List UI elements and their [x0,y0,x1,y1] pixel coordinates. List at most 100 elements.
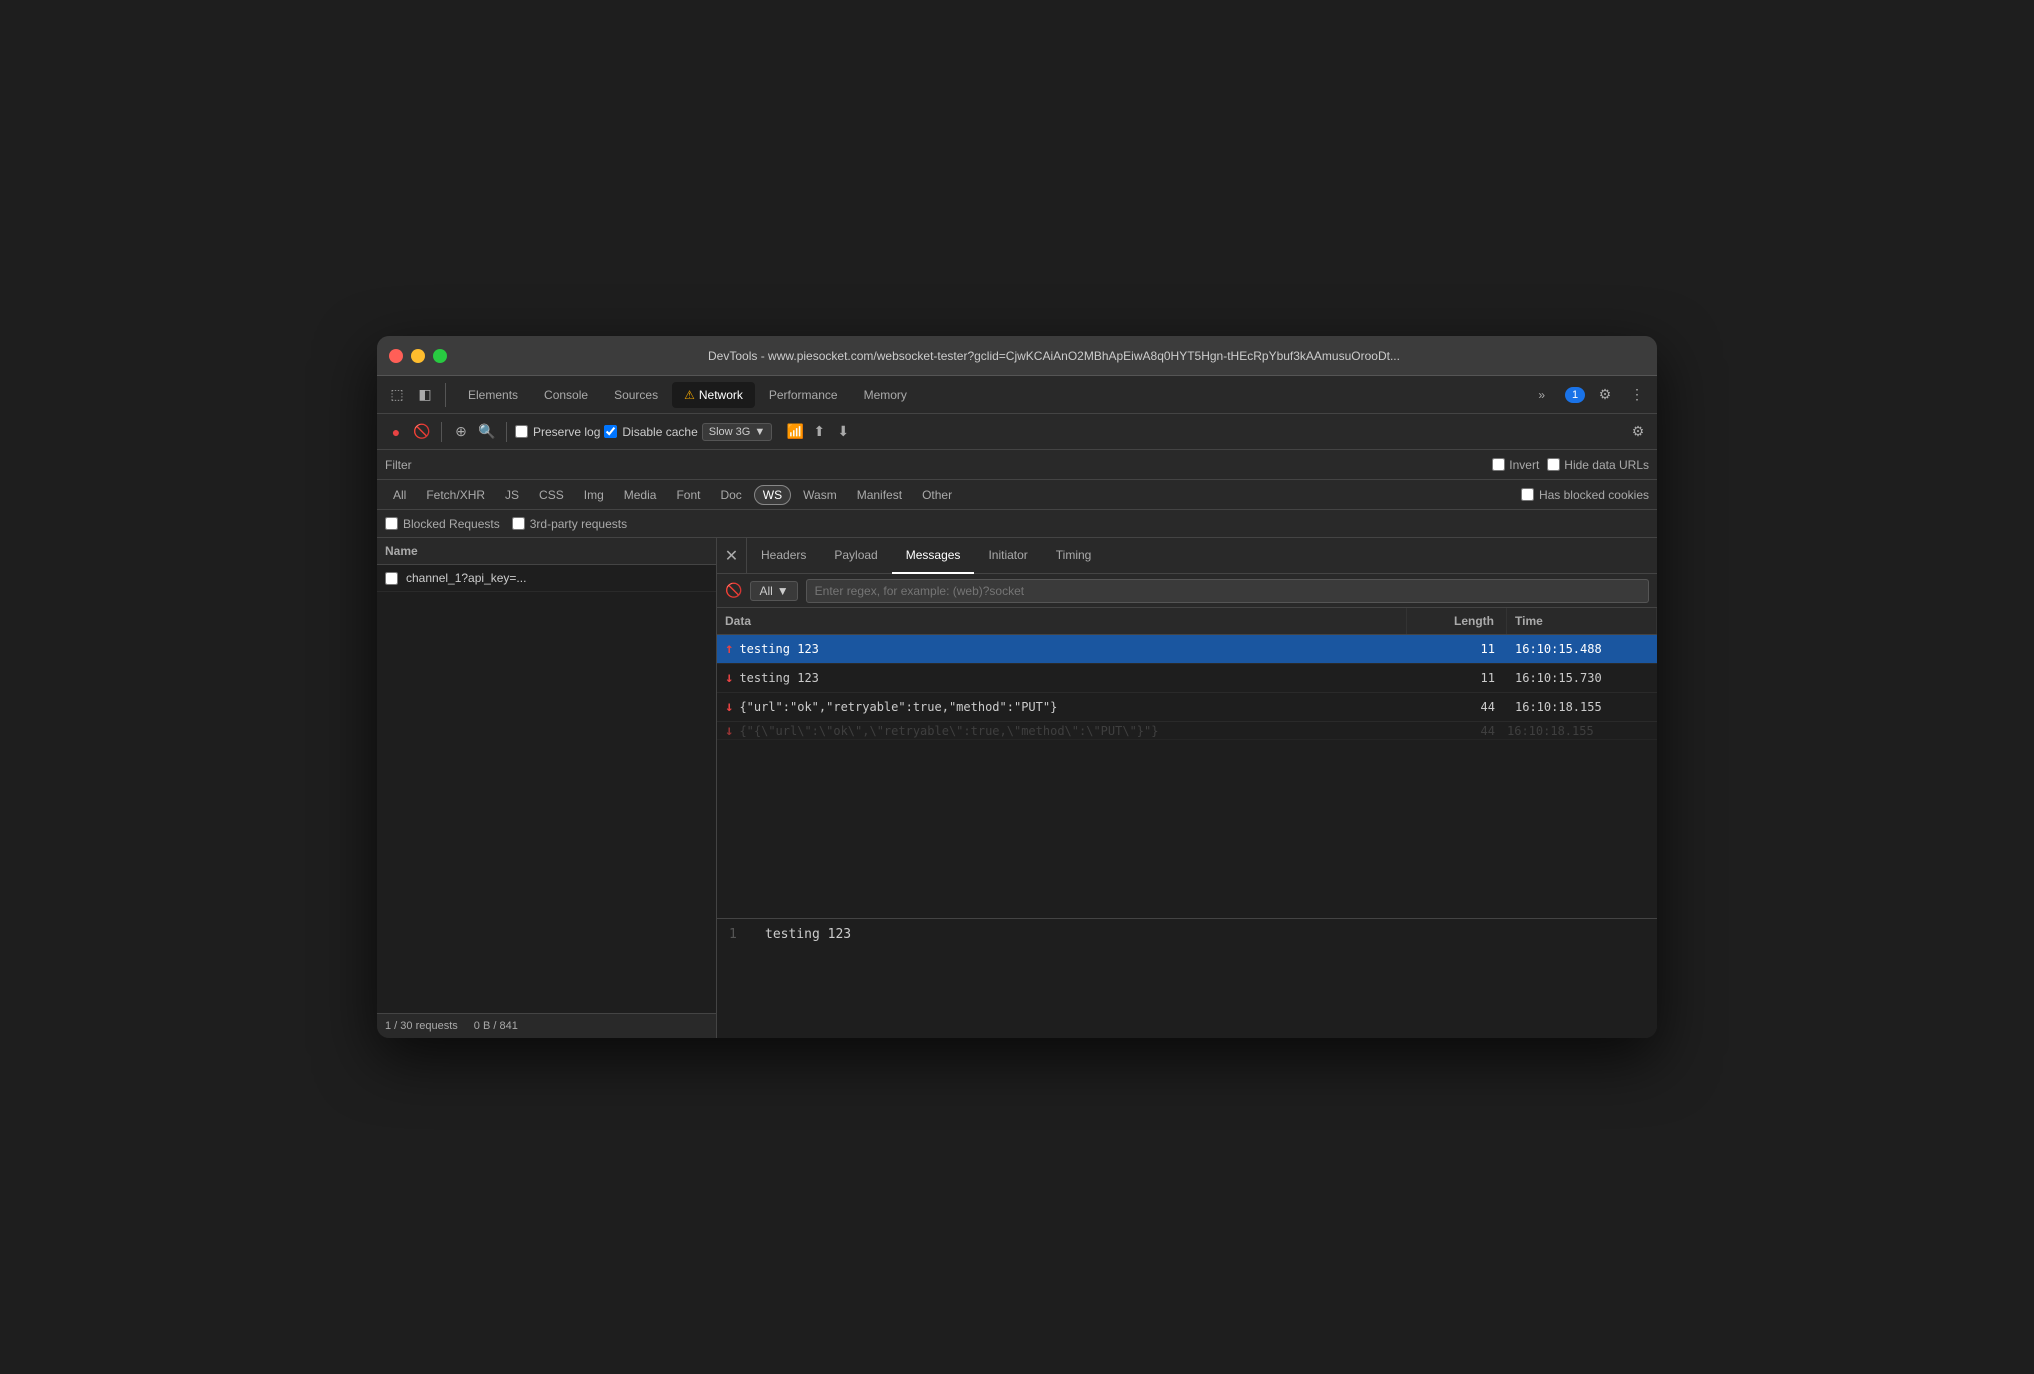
upload-icon[interactable]: ⬆ [808,421,830,443]
type-manifest[interactable]: Manifest [849,486,910,504]
preserve-log-checkbox[interactable]: Preserve log [515,425,600,439]
disable-cache-checkbox[interactable]: Disable cache [604,425,697,439]
third-party-checkbox[interactable]: 3rd-party requests [512,517,627,531]
blocked-requests-label: Blocked Requests [403,517,500,531]
request-item[interactable]: channel_1?api_key=... [377,565,716,592]
preserve-log-input[interactable] [515,425,528,438]
transfer-size: 0 B / 841 [474,1020,518,1032]
more-tabs-button[interactable]: » [1526,382,1557,408]
type-ws[interactable]: WS [754,485,791,505]
data-column-header: Data [717,608,1407,634]
table-row[interactable]: ↑ testing 123 11 16:10:15.488 [717,635,1657,664]
receive-arrow-icon: ↓ [725,699,733,715]
record-button[interactable]: ● [385,421,407,443]
traffic-lights [389,349,447,363]
regex-filter-input[interactable] [806,579,1649,603]
tab-messages[interactable]: Messages [892,538,975,574]
dropdown-arrow-icon: ▼ [777,584,789,598]
tab-memory[interactable]: Memory [852,382,919,408]
disable-cache-label: Disable cache [622,425,697,439]
maximize-button[interactable] [433,349,447,363]
messages-tab-bar: ✕ Headers Payload Messages Initiator Tim… [717,538,1657,574]
throttle-dropdown[interactable]: Slow 3G ▼ [702,423,772,441]
invert-input[interactable] [1492,458,1505,471]
third-party-input[interactable] [512,517,525,530]
devtools-window: DevTools - www.piesocket.com/websocket-t… [377,336,1657,1038]
filter-icon[interactable]: ⊕ [450,421,472,443]
network-settings-icon[interactable]: ⚙ [1627,421,1649,443]
type-js[interactable]: JS [497,486,527,504]
partial-message-text: {"{\"url\":\"ok\",\"retryable\":true,\"m… [739,724,1158,738]
type-img[interactable]: Img [576,486,612,504]
tab-network[interactable]: ⚠Network [672,382,755,408]
inspect-icon[interactable]: ◧ [413,383,437,407]
filter-bar: Filter Invert Hide data URLs [377,450,1657,480]
message-type-value: All [759,584,772,598]
type-font[interactable]: Font [668,486,708,504]
type-doc[interactable]: Doc [712,486,749,504]
filter-input[interactable] [420,458,1485,472]
receive-arrow-icon: ↓ [725,723,733,739]
messages-filter-bar: 🚫 All ▼ [717,574,1657,608]
hide-data-urls-checkbox[interactable]: Hide data URLs [1547,458,1649,472]
wifi-icon[interactable]: 📶 [784,421,806,443]
tab-initiator[interactable]: Initiator [974,538,1041,574]
request-checkbox[interactable] [385,572,398,585]
close-button[interactable] [389,349,403,363]
requests-count: 1 / 30 requests [385,1020,458,1032]
message-text: {"url":"ok","retryable":true,"method":"P… [739,700,1057,714]
toolbar-right-settings: ⚙ [1627,421,1649,443]
has-blocked-cookies-input[interactable] [1521,488,1534,501]
preview-content: testing 123 [765,927,1645,1030]
tab-payload[interactable]: Payload [820,538,891,574]
table-row[interactable]: ↓ {"url":"ok","retryable":true,"method":… [717,693,1657,722]
tab-performance[interactable]: Performance [757,382,850,408]
request-name: channel_1?api_key=... [406,571,526,585]
throttle-arrow-icon: ▼ [754,426,765,438]
tab-elements[interactable]: Elements [456,382,530,408]
minimize-button[interactable] [411,349,425,363]
time-column-header: Time [1507,608,1657,634]
clear-button[interactable]: 🚫 [411,421,433,443]
tab-headers[interactable]: Headers [747,538,820,574]
blocked-requests-checkbox[interactable]: Blocked Requests [385,517,500,531]
tab-sources[interactable]: Sources [602,382,670,408]
type-media[interactable]: Media [616,486,665,504]
close-panel-button[interactable]: ✕ [717,538,747,574]
length-cell: 11 [1407,636,1507,662]
blocked-requests-input[interactable] [385,517,398,530]
disable-cache-input[interactable] [604,425,617,438]
has-blocked-cookies-checkbox[interactable]: Has blocked cookies [1521,488,1649,502]
more-options-icon[interactable]: ⋮ [1625,383,1649,407]
throttle-value: Slow 3G [709,426,751,438]
message-type-dropdown[interactable]: All ▼ [750,581,797,601]
message-text: testing 123 [739,642,818,656]
cursor-icon[interactable]: ⬚ [385,383,409,407]
settings-icon[interactable]: ⚙ [1593,383,1617,407]
search-icon[interactable]: 🔍 [476,421,498,443]
message-text: testing 123 [739,671,818,685]
time-cell: 16:10:15.730 [1507,665,1657,691]
type-fetch-xhr[interactable]: Fetch/XHR [418,486,493,504]
warning-icon: ⚠ [684,388,695,402]
time-cell: 16:10:18.155 [1507,694,1657,720]
type-css[interactable]: CSS [531,486,572,504]
type-wasm[interactable]: Wasm [795,486,845,504]
tab-icons: ⬚ ◧ [385,383,446,407]
tab-timing[interactable]: Timing [1042,538,1106,574]
invert-checkbox[interactable]: Invert [1492,458,1539,472]
tab-console[interactable]: Console [532,382,600,408]
notification-badge: 1 [1565,387,1585,403]
type-filter-bar: All Fetch/XHR JS CSS Img Media Font Doc … [377,480,1657,510]
table-row[interactable]: ↓ testing 123 11 16:10:15.730 [717,664,1657,693]
partial-time-cell: 16:10:18.155 [1507,724,1657,738]
hide-data-urls-input[interactable] [1547,458,1560,471]
right-panel: ✕ Headers Payload Messages Initiator Tim… [717,538,1657,1038]
type-all[interactable]: All [385,486,414,504]
table-header-row: Data Length Time [717,608,1657,635]
partial-row[interactable]: ↓ {"{\"url\":\"ok\",\"retryable\":true,\… [717,722,1657,740]
length-column-header: Length [1407,608,1507,634]
download-icon[interactable]: ⬇ [832,421,854,443]
time-cell: 16:10:15.488 [1507,636,1657,662]
type-other[interactable]: Other [914,486,960,504]
